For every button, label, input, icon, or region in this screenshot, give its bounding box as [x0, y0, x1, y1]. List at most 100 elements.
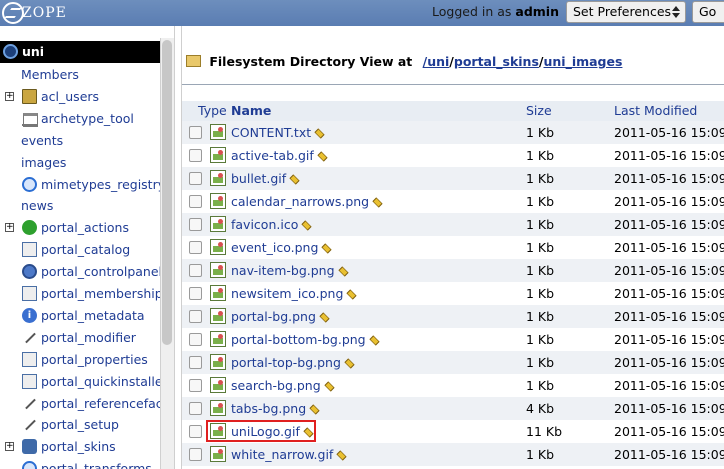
tree-item-portal-properties[interactable]: portal_properties — [0, 351, 160, 372]
expand-icon[interactable]: + — [5, 223, 14, 233]
tree-item-archetype-tool[interactable]: archetype_tool — [0, 111, 160, 131]
file-name-link[interactable]: CONTENT.txt — [231, 125, 325, 140]
file-name: portal-bottom-bg.png — [231, 332, 366, 347]
row-checkbox[interactable] — [189, 264, 202, 277]
username: admin — [515, 4, 559, 19]
row-checkbox[interactable] — [189, 172, 202, 185]
pencil-icon[interactable] — [317, 151, 328, 162]
image-file-icon[interactable] — [210, 147, 226, 163]
file-size: 1 Kb — [526, 355, 555, 370]
file-name-link[interactable]: favicon.ico — [231, 217, 312, 232]
row-checkbox[interactable] — [189, 379, 202, 392]
file-name-link[interactable]: event_ico.png — [231, 240, 332, 255]
wrench-icon — [22, 396, 37, 411]
image-file-icon[interactable] — [210, 400, 226, 416]
tree-scrollbar-thumb[interactable] — [162, 40, 172, 345]
image-file-icon[interactable] — [210, 331, 226, 347]
image-file-icon[interactable] — [210, 170, 226, 186]
frame-divider[interactable] — [174, 26, 182, 469]
file-name-link[interactable]: bullet.gif — [231, 171, 300, 186]
tree-item-portal-catalog[interactable]: portal_catalog — [0, 242, 160, 262]
row-checkbox[interactable] — [189, 195, 202, 208]
row-checkbox[interactable] — [189, 218, 202, 231]
pencil-icon[interactable] — [321, 243, 332, 254]
tree-item-portal-membership[interactable]: portal_membership — [0, 286, 160, 306]
breadcrumb-uni-images[interactable]: uni_images — [543, 54, 622, 69]
file-name-link[interactable]: portal-top-bg.png — [231, 355, 355, 370]
tree-item-mimetypes-registry[interactable]: mimetypes_registry — [0, 176, 160, 197]
file-name-link[interactable]: active-tab.gif — [231, 148, 328, 163]
pencil-icon[interactable] — [336, 450, 347, 461]
image-file-icon[interactable] — [210, 377, 226, 393]
expand-icon[interactable]: + — [5, 91, 14, 101]
pencil-icon[interactable] — [372, 197, 383, 208]
pencil-icon[interactable] — [289, 174, 300, 185]
image-file-icon[interactable] — [210, 285, 226, 301]
tree-root[interactable]: uni — [0, 41, 160, 63]
tree-item-portal-metadata[interactable]: i portal_metadata — [0, 307, 160, 328]
expand-icon[interactable]: + — [5, 442, 14, 452]
tree-item-images[interactable]: images — [0, 155, 160, 175]
row-checkbox[interactable] — [189, 402, 202, 415]
pencil-icon[interactable] — [309, 404, 320, 415]
pencil-icon[interactable] — [337, 266, 349, 277]
tree-item-acl-users[interactable]: + acl_users — [0, 88, 160, 109]
breadcrumb-portal-skins[interactable]: portal_skins — [454, 54, 539, 69]
column-last-modified[interactable]: Last Modified — [614, 103, 697, 118]
row-checkbox[interactable] — [189, 448, 202, 461]
pencil-icon[interactable] — [301, 220, 312, 231]
row-checkbox[interactable] — [189, 126, 202, 139]
image-file-icon[interactable] — [210, 446, 226, 462]
file-name-link[interactable]: portal-bottom-bg.png — [231, 332, 380, 347]
pencil-icon[interactable] — [344, 358, 355, 369]
image-file-icon[interactable] — [210, 124, 226, 140]
image-file-icon[interactable] — [210, 262, 226, 278]
image-file-icon[interactable] — [210, 354, 226, 370]
tree-item-events[interactable]: events — [0, 133, 160, 153]
breadcrumb-root[interactable]: /uni — [423, 54, 450, 69]
tree-item-portal-modifier[interactable]: portal_modifier — [0, 330, 160, 350]
row-checkbox[interactable] — [189, 287, 202, 300]
column-name[interactable]: Name — [231, 103, 271, 118]
top-bar: ZOPE Logged in as admin Set Preferences … — [0, 0, 724, 26]
file-size: 11 Kb — [526, 424, 563, 439]
row-checkbox[interactable] — [189, 241, 202, 254]
wrench-icon — [22, 330, 37, 345]
row-checkbox[interactable] — [189, 333, 202, 346]
image-file-icon[interactable] — [210, 239, 226, 255]
file-name-link[interactable]: search-bg.png — [231, 378, 335, 393]
row-checkbox[interactable] — [189, 310, 202, 323]
pencil-icon[interactable] — [346, 289, 357, 300]
file-name-link[interactable]: nav-item-bg.png — [231, 263, 349, 278]
file-name-link[interactable]: newsitem_ico.png — [231, 286, 357, 301]
image-file-icon[interactable] — [210, 308, 226, 324]
tree-item-portal-referencefacto[interactable]: portal_referencefacto — [0, 396, 160, 416]
column-type[interactable]: Type — [198, 103, 227, 118]
file-name: bullet.gif — [231, 171, 287, 186]
tree-item-portal-controlpanel[interactable]: portal_controlpanel — [0, 264, 160, 284]
tree-item-portal-skins[interactable]: + portal_skins — [0, 439, 160, 459]
tree-item-portal-setup[interactable]: portal_setup — [0, 417, 160, 437]
tree-item-news[interactable]: news — [0, 198, 160, 218]
file-size: 1 Kb — [526, 194, 555, 209]
pencil-icon[interactable] — [324, 381, 335, 392]
image-file-icon[interactable] — [210, 193, 226, 209]
row-checkbox[interactable] — [189, 425, 202, 438]
file-name-link[interactable]: calendar_narrows.png — [231, 194, 383, 209]
pencil-icon[interactable] — [319, 312, 330, 323]
file-name-link[interactable]: tabs-bg.png — [231, 401, 320, 416]
tree-item-members[interactable]: Members — [0, 67, 160, 87]
preferences-select[interactable]: Set Preferences — [566, 1, 686, 23]
go-button[interactable]: Go — [692, 1, 724, 23]
tree-item-portal-transforms[interactable]: portal_transforms — [0, 461, 160, 469]
pencil-icon[interactable] — [369, 335, 380, 346]
column-size[interactable]: Size — [526, 103, 552, 118]
tree-item-portal-quickinstaller[interactable]: portal_quickinstaller — [0, 373, 160, 394]
file-name-link[interactable]: portal-bg.png — [231, 309, 330, 324]
row-checkbox[interactable] — [189, 149, 202, 162]
pencil-icon[interactable] — [314, 128, 325, 139]
file-name-link[interactable]: white_narrow.gif — [231, 447, 347, 462]
image-file-icon[interactable] — [210, 216, 226, 232]
row-checkbox[interactable] — [189, 356, 202, 369]
tree-item-portal-actions[interactable]: + portal_actions — [0, 220, 160, 240]
